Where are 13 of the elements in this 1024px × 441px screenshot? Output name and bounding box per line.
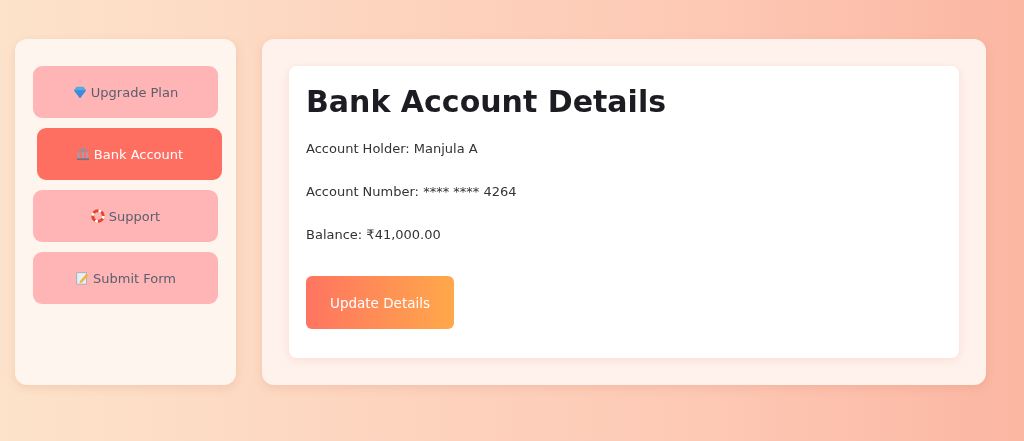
nav-button[interactable]: Bank Account: [37, 128, 222, 180]
bank-icon: [75, 147, 90, 161]
detail-text: Balance: ₹41,000.00: [306, 227, 442, 242]
update-button[interactable]: Update Details: [306, 276, 454, 329]
nav-button[interactable]: Submit Form: [33, 252, 218, 304]
card-title: Bank Account Details: [306, 84, 667, 119]
lifebuoy-icon: [90, 209, 105, 223]
detail-text: Account Holder: Manjula A: [306, 141, 479, 156]
nav-button[interactable]: Support: [33, 190, 218, 242]
nav-button[interactable]: Upgrade Plan: [33, 66, 218, 118]
detail-text: Account Number: **** **** 4264: [306, 184, 518, 199]
memo-icon: [75, 271, 89, 285]
diamond-icon: [72, 85, 87, 99]
